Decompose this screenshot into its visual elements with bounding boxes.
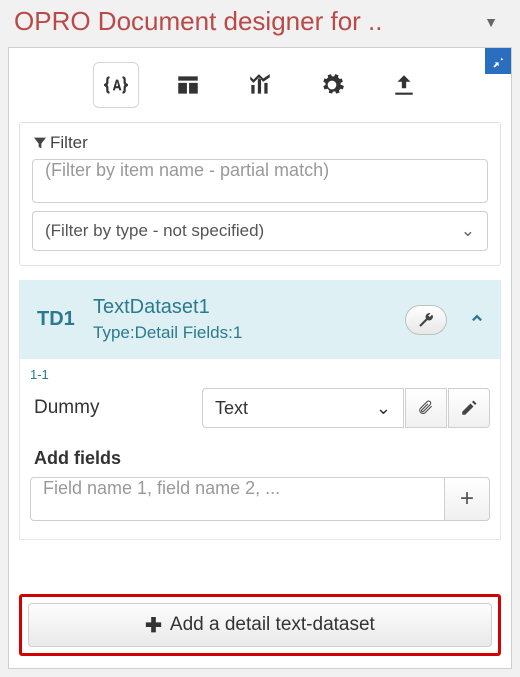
field-block: 1-1 Dummy Text ⌄ Add fields Field name 1… (19, 359, 501, 540)
filter-section: Filter (Filter by item name - partial ma… (19, 122, 501, 266)
tab-table-button[interactable] (165, 62, 211, 108)
pin-button[interactable] (485, 48, 511, 74)
field-row: Dummy Text ⌄ (30, 388, 490, 428)
chevron-down-icon: ⌄ (461, 221, 475, 241)
wrench-icon (417, 311, 435, 329)
add-fields-input[interactable]: Field name 1, field name 2, ... (30, 477, 445, 521)
bar-chart-icon (247, 72, 273, 98)
table-icon (175, 72, 201, 98)
add-dataset-label: Add a detail text-dataset (170, 614, 375, 636)
field-attach-button[interactable] (405, 388, 447, 428)
tab-settings-button[interactable] (309, 62, 355, 108)
toolbar (9, 48, 511, 122)
plus-icon: ✚ (145, 613, 162, 638)
tab-mapping-button[interactable] (93, 62, 139, 108)
filter-type-select[interactable]: (Filter by type - not specified) ⌄ (32, 211, 488, 251)
add-detail-dataset-button[interactable]: ✚ Add a detail text-dataset (28, 603, 492, 647)
filter-name-input[interactable]: (Filter by item name - partial match) (32, 159, 488, 203)
app-title: OPRO Document designer for .. (14, 6, 476, 37)
add-dataset-highlight: ✚ Add a detail text-dataset (19, 594, 501, 656)
funnel-icon (32, 135, 48, 151)
braces-a-icon (103, 72, 129, 98)
pin-icon (490, 53, 506, 69)
paperclip-icon (417, 399, 435, 417)
upload-icon (391, 72, 417, 98)
main-panel: Filter (Filter by item name - partial ma… (8, 47, 512, 669)
pencil-icon (460, 399, 478, 417)
gear-icon (319, 72, 345, 98)
dataset-info: TextDataset1 Type:Detail Fields:1 (93, 296, 405, 343)
dataset-row[interactable]: TD1 TextDataset1 Type:Detail Fields:1 (19, 280, 501, 359)
dataset-meta: Type:Detail Fields:1 (93, 323, 405, 343)
field-type-value: Text (215, 398, 248, 419)
tab-upload-button[interactable] (381, 62, 427, 108)
dataset-id: TD1 (37, 308, 93, 331)
filter-label: Filter (50, 133, 88, 153)
add-fields-row: Field name 1, field name 2, ... + (30, 477, 490, 521)
plus-icon: + (460, 485, 474, 513)
dataset-settings-button[interactable] (405, 305, 447, 335)
title-bar: OPRO Document designer for .. ▼ (0, 0, 520, 39)
chevron-up-icon (467, 307, 487, 327)
field-type-select[interactable]: Text ⌄ (202, 388, 404, 428)
add-fields-label: Add fields (34, 448, 490, 469)
filter-header: Filter (32, 133, 488, 153)
field-edit-button[interactable] (448, 388, 490, 428)
filter-type-value: (Filter by type - not specified) (45, 221, 264, 241)
title-dropdown-icon[interactable]: ▼ (476, 14, 506, 30)
collapse-button[interactable] (467, 307, 487, 333)
tab-chart-button[interactable] (237, 62, 283, 108)
chevron-down-icon: ⌄ (376, 398, 391, 419)
field-name: Dummy (30, 397, 200, 419)
add-fields-button[interactable]: + (444, 477, 490, 521)
field-index: 1-1 (30, 363, 490, 388)
dataset-name: TextDataset1 (93, 296, 405, 319)
